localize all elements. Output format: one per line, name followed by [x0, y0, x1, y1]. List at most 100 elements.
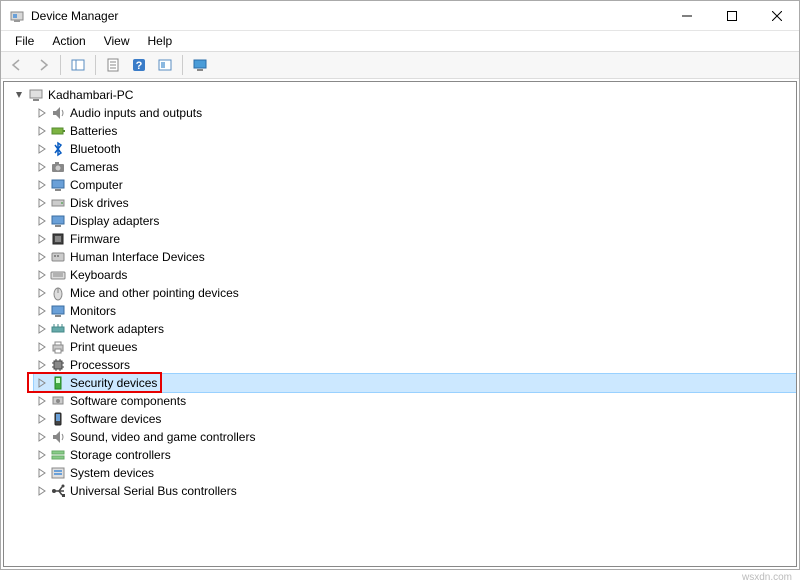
app-icon [9, 8, 25, 24]
computer-icon [50, 177, 66, 193]
expand-icon[interactable] [36, 377, 48, 389]
audio-inputs-and-outputs-icon [50, 105, 66, 121]
tree-item[interactable]: Processors [34, 356, 796, 374]
expand-icon[interactable] [36, 359, 48, 371]
tree-item-label: System devices [70, 464, 154, 482]
expand-icon[interactable] [36, 215, 48, 227]
tree-item[interactable]: Storage controllers [34, 446, 796, 464]
tree-item[interactable]: Network adapters [34, 320, 796, 338]
tree-item-label: Bluetooth [70, 140, 121, 158]
tree-item[interactable]: Sound, video and game controllers [34, 428, 796, 446]
keyboards-icon [50, 267, 66, 283]
cameras-icon [50, 159, 66, 175]
tree-item[interactable]: Computer [34, 176, 796, 194]
tree-item[interactable]: Bluetooth [34, 140, 796, 158]
menu-file[interactable]: File [7, 32, 42, 50]
expand-icon[interactable] [36, 287, 48, 299]
tree-item-label: Print queues [70, 338, 137, 356]
tree-item-label: Universal Serial Bus controllers [70, 482, 237, 500]
tree-item-label: Mice and other pointing devices [70, 284, 239, 302]
expand-icon[interactable] [36, 179, 48, 191]
tree-root-node[interactable]: Kadhambari-PC [12, 86, 796, 104]
tree-item-label: Batteries [70, 122, 117, 140]
security-devices-icon [50, 375, 66, 391]
storage-controllers-icon [50, 447, 66, 463]
toolbar-separator [95, 55, 96, 75]
help-button[interactable]: ? [127, 53, 151, 77]
expand-icon[interactable] [36, 467, 48, 479]
expand-icon[interactable] [36, 413, 48, 425]
expand-icon[interactable] [36, 341, 48, 353]
menu-action[interactable]: Action [44, 32, 93, 50]
tree-item[interactable]: System devices [34, 464, 796, 482]
expand-icon[interactable] [36, 233, 48, 245]
tree-item-label: Computer [70, 176, 123, 194]
expand-icon[interactable] [36, 431, 48, 443]
close-button[interactable] [754, 1, 799, 30]
expand-icon[interactable] [36, 197, 48, 209]
tree-item[interactable]: Cameras [34, 158, 796, 176]
tree-item-label: Disk drives [70, 194, 129, 212]
expand-icon[interactable] [36, 269, 48, 281]
expand-icon[interactable] [36, 449, 48, 461]
expand-icon[interactable] [36, 125, 48, 137]
menu-help[interactable]: Help [140, 32, 181, 50]
toolbar: ? [1, 51, 799, 79]
collapse-icon[interactable] [14, 89, 26, 101]
universal-serial-bus-controllers-icon [50, 483, 66, 499]
device-manager-window: Device Manager File Action View Help ? K… [0, 0, 800, 570]
disk-drives-icon [50, 195, 66, 211]
sound-video-and-game-controllers-icon [50, 429, 66, 445]
show-hide-tree-button[interactable] [66, 53, 90, 77]
tree-item[interactable]: Keyboards [34, 266, 796, 284]
device-tree-view[interactable]: Kadhambari-PC Audio inputs and outputsBa… [3, 81, 797, 567]
tree-item[interactable]: Disk drives [34, 194, 796, 212]
expand-icon[interactable] [36, 107, 48, 119]
tree-item-label: Storage controllers [70, 446, 171, 464]
tree-item[interactable]: Batteries [34, 122, 796, 140]
tree-item[interactable]: Print queues [34, 338, 796, 356]
back-button[interactable] [5, 53, 29, 77]
tree-item-label: Cameras [70, 158, 119, 176]
tree-item-label: Network adapters [70, 320, 164, 338]
tree-item-label: Keyboards [70, 266, 127, 284]
tree-item[interactable]: Universal Serial Bus controllers [34, 482, 796, 500]
monitor-toolbar-icon[interactable] [188, 53, 212, 77]
expand-icon[interactable] [36, 485, 48, 497]
toolbar-separator [182, 55, 183, 75]
titlebar: Device Manager [1, 1, 799, 31]
tree-item[interactable]: Software components [34, 392, 796, 410]
computer-icon [28, 87, 44, 103]
software-components-icon [50, 393, 66, 409]
expand-icon[interactable] [36, 395, 48, 407]
tree-item[interactable]: Human Interface Devices [34, 248, 796, 266]
expand-icon[interactable] [36, 143, 48, 155]
tree-root-label: Kadhambari-PC [48, 86, 133, 104]
expand-icon[interactable] [36, 161, 48, 173]
forward-button[interactable] [31, 53, 55, 77]
tree-item-label: Monitors [70, 302, 116, 320]
properties-button[interactable] [101, 53, 125, 77]
tree-item[interactable]: Mice and other pointing devices [34, 284, 796, 302]
expand-icon[interactable] [36, 323, 48, 335]
software-devices-icon [50, 411, 66, 427]
processors-icon [50, 357, 66, 373]
window-title: Device Manager [31, 9, 664, 23]
tree-item[interactable]: Software devices [34, 410, 796, 428]
maximize-button[interactable] [709, 1, 754, 30]
tree-item[interactable]: Security devices [34, 374, 796, 392]
tree-item[interactable]: Firmware [34, 230, 796, 248]
tree-item[interactable]: Monitors [34, 302, 796, 320]
tree-item-label: Audio inputs and outputs [70, 104, 202, 122]
menu-view[interactable]: View [96, 32, 138, 50]
expand-icon[interactable] [36, 305, 48, 317]
tree-item[interactable]: Audio inputs and outputs [34, 104, 796, 122]
tree-item-label: Software devices [70, 410, 161, 428]
tree-item-label: Processors [70, 356, 130, 374]
bluetooth-icon [50, 141, 66, 157]
scan-hardware-button[interactable] [153, 53, 177, 77]
tree-item[interactable]: Display adapters [34, 212, 796, 230]
expand-icon[interactable] [36, 251, 48, 263]
tree-item-label: Human Interface Devices [70, 248, 205, 266]
minimize-button[interactable] [664, 1, 709, 30]
